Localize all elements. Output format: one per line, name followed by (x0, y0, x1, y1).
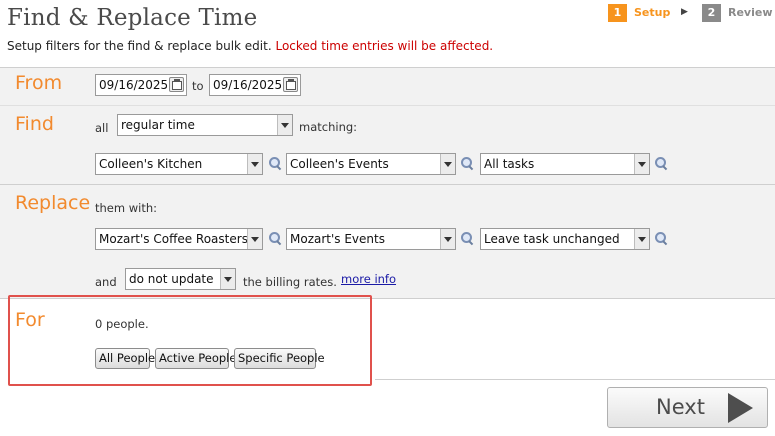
step-arrow-icon: ▶ (681, 7, 688, 17)
dropdown-arrow-icon (440, 229, 455, 249)
divider (0, 67, 775, 68)
dropdown-arrow-icon (247, 154, 262, 174)
replace-task-select[interactable]: Leave task unchanged (480, 228, 650, 250)
magnifier-icon[interactable] (268, 231, 282, 245)
replace-client-select[interactable]: Mozart's Coffee Roasters (95, 228, 263, 250)
to-text: to (192, 79, 204, 93)
dropdown-arrow-icon (277, 115, 292, 135)
find-task-value: All tasks (484, 157, 535, 171)
find-project-select[interactable]: Colleen's Events (286, 153, 456, 175)
dropdown-arrow-icon (440, 154, 455, 174)
magnifier-icon[interactable] (654, 156, 668, 170)
next-arrow-icon (728, 393, 753, 423)
billing-rates-text: the billing rates. (243, 275, 337, 289)
from-label: From (15, 72, 63, 94)
dropdown-arrow-icon (247, 229, 262, 249)
step-1-number: 1 (608, 4, 627, 22)
dropdown-arrow-icon (220, 269, 235, 289)
locked-warning: Locked time entries will be affected. (275, 39, 494, 53)
more-info-link[interactable]: more info (341, 272, 396, 286)
replace-label: Replace (15, 192, 91, 214)
billing-rates-value: do not update (129, 272, 214, 286)
replace-project-select[interactable]: Mozart's Events (286, 228, 456, 250)
billing-rates-select[interactable]: do not update (125, 268, 236, 290)
all-text: all (95, 121, 109, 135)
magnifier-icon[interactable] (460, 231, 474, 245)
dropdown-arrow-icon (634, 154, 649, 174)
calendar-icon[interactable] (169, 77, 184, 92)
next-button-label: Next (656, 395, 705, 419)
end-date-input[interactable]: 09/16/2025 (209, 74, 301, 96)
for-section-highlight (8, 295, 372, 386)
find-client-value: Colleen's Kitchen (99, 157, 203, 171)
find-client-select[interactable]: Colleen's Kitchen (95, 153, 263, 175)
subtitle-text: Setup filters for the find & replace bul… (7, 39, 272, 53)
step-2-label: Review (728, 6, 773, 19)
step-2-number: 2 (702, 4, 721, 22)
find-project-value: Colleen's Events (290, 157, 389, 171)
page-title: Find & Replace Time (7, 5, 258, 31)
next-button[interactable]: Next (607, 387, 768, 428)
magnifier-icon[interactable] (268, 156, 282, 170)
magnifier-icon[interactable] (460, 156, 474, 170)
step-1-label: Setup (634, 6, 671, 19)
time-type-select[interactable]: regular time (117, 114, 293, 136)
calendar-icon[interactable] (283, 77, 298, 92)
matching-text: matching: (299, 120, 358, 134)
end-date-value: 09/16/2025 (213, 78, 283, 92)
divider (0, 105, 775, 106)
replace-task-value: Leave task unchanged (484, 232, 620, 246)
start-date-input[interactable]: 09/16/2025 (95, 74, 187, 96)
divider (375, 379, 775, 380)
find-task-select[interactable]: All tasks (480, 153, 650, 175)
time-type-value: regular time (121, 118, 195, 132)
replace-client-value: Mozart's Coffee Roasters (99, 232, 248, 246)
start-date-value: 09/16/2025 (99, 78, 169, 92)
magnifier-icon[interactable] (654, 231, 668, 245)
them-with-text: them with: (95, 201, 158, 215)
page-subtitle: Setup filters for the find & replace bul… (7, 39, 493, 53)
replace-project-value: Mozart's Events (290, 232, 385, 246)
dropdown-arrow-icon (634, 229, 649, 249)
find-label: Find (15, 113, 54, 135)
and-text: and (95, 275, 117, 289)
